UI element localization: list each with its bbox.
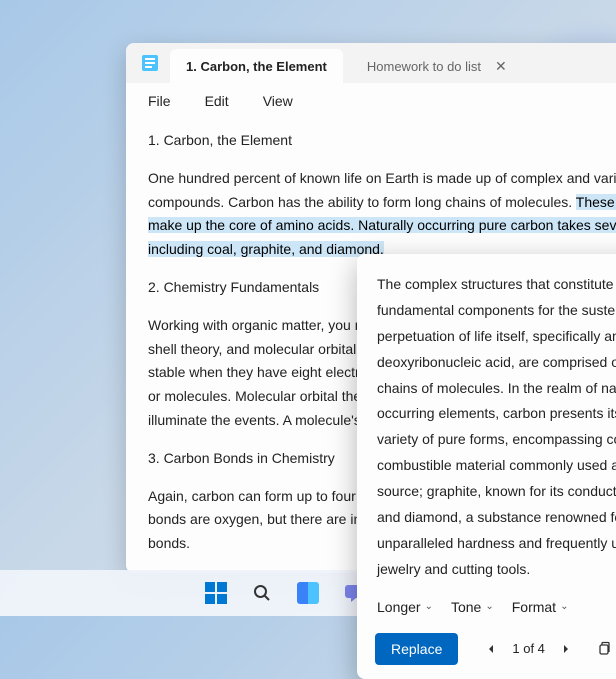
tab-inactive[interactable]: Homework to do list ✕ [351,49,523,83]
tab-active[interactable]: 1. Carbon, the Element [170,49,343,83]
chevron-down-icon: ⌄ [425,601,433,612]
tab-inactive-label: Homework to do list [367,59,481,74]
rewrite-flyout: The complex structures that constitute t… [357,254,616,679]
chevron-down-icon: ⌄ [560,601,568,612]
chevron-down-icon: ⌄ [485,601,493,612]
option-tone[interactable]: Tone ⌄ [451,599,494,615]
replace-button[interactable]: Replace [375,633,458,665]
rewrite-suggestion-text: The complex structures that constitute t… [357,254,616,593]
option-longer[interactable]: Longer ⌄ [377,599,433,615]
titlebar: 1. Carbon, the Element Homework to do li… [126,43,616,83]
heading-1: 1. Carbon, the Element [148,129,616,153]
search-icon[interactable] [242,573,282,613]
task-view-icon[interactable] [288,573,328,613]
notepad-app-icon [140,53,160,73]
tab-active-label: 1. Carbon, the Element [186,59,327,74]
menu-edit[interactable]: Edit [205,93,229,109]
rewrite-action-bar: Replace 1 of 4 [357,623,616,679]
rewrite-options: Longer ⌄ Tone ⌄ Format ⌄ [357,593,616,623]
copy-icon[interactable] [589,634,616,664]
menu-file[interactable]: File [148,93,171,109]
option-format[interactable]: Format ⌄ [512,599,569,615]
close-icon[interactable]: ✕ [495,58,507,75]
menubar: File Edit View [126,83,616,119]
pager: 1 of 4 [476,634,581,664]
paragraph-1: One hundred percent of known life on Ear… [148,167,616,262]
page-indicator: 1 of 4 [512,641,545,656]
next-icon[interactable] [551,634,581,664]
menu-view[interactable]: View [263,93,293,109]
start-button[interactable] [196,573,236,613]
prev-icon[interactable] [476,634,506,664]
